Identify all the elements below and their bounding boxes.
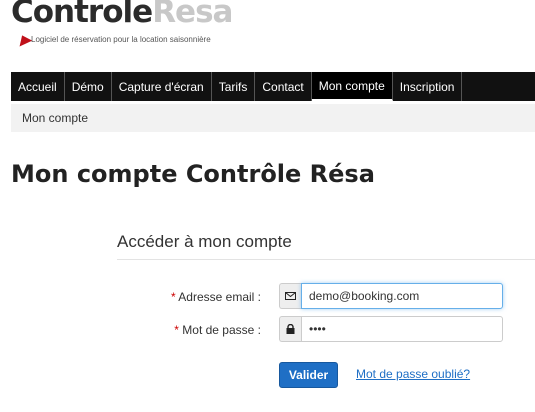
nav-item-inscription[interactable]: Inscription <box>393 72 463 101</box>
email-group <box>279 283 503 309</box>
logo-tagline: Logiciel de réservation pour la location… <box>31 35 211 44</box>
breadcrumb: Mon compte <box>11 104 535 132</box>
lock-icon <box>279 316 301 342</box>
required-mark: * <box>170 290 176 304</box>
nav-item-contact[interactable]: Contact <box>255 72 312 101</box>
nav-item-tarifs[interactable]: Tarifs <box>212 72 256 101</box>
nav-item-capture[interactable]: Capture d'écran <box>112 72 212 101</box>
submit-button[interactable]: Valider <box>279 362 338 388</box>
logo-wordmark: ControleResa <box>11 0 233 30</box>
breadcrumb-current: Mon compte <box>22 111 89 125</box>
nav-item-accueil[interactable]: Accueil <box>11 72 65 101</box>
password-label: * Mot de passe : <box>174 323 261 337</box>
email-field[interactable] <box>301 283 503 309</box>
form-legend: Accéder à mon compte <box>117 232 292 251</box>
main-nav: Accueil Démo Capture d'écran Tarifs Cont… <box>11 72 535 101</box>
page-title: Mon compte Contrôle Résa <box>11 160 375 188</box>
nav-item-demo[interactable]: Démo <box>65 72 112 101</box>
nav-item-mon-compte[interactable]: Mon compte <box>311 72 393 101</box>
password-field[interactable] <box>301 316 503 342</box>
envelope-icon <box>279 283 301 309</box>
legend-divider <box>117 259 535 260</box>
logo[interactable]: ControleResa Logiciel de réservation pou… <box>11 0 271 48</box>
email-label: * Adresse email : <box>170 290 261 304</box>
forgot-password-link[interactable]: Mot de passe oublié? <box>356 367 470 381</box>
logo-map-icon <box>15 32 33 47</box>
required-mark: * <box>174 323 179 337</box>
password-group <box>279 316 503 342</box>
